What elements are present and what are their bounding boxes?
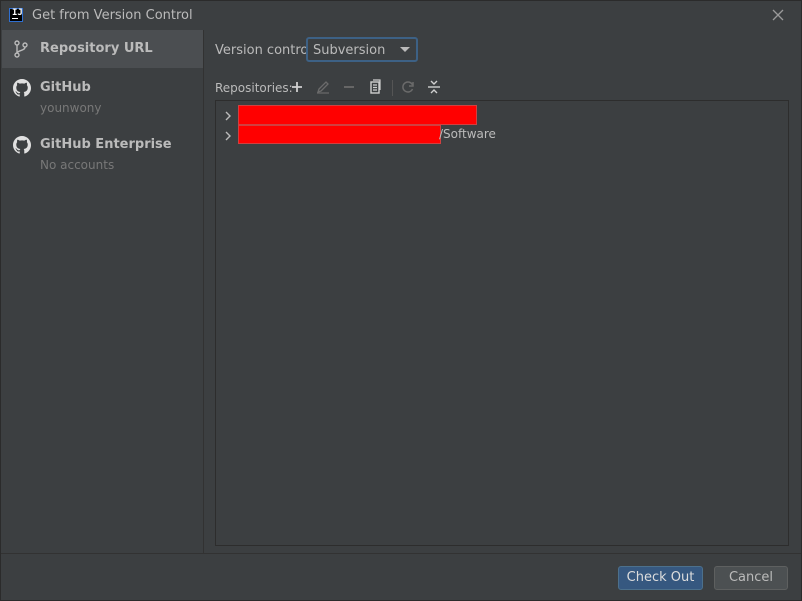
repositories-label: Repositories:: [215, 81, 293, 95]
sidebar-item-github-enterprise[interactable]: GitHub Enterprise No accounts: [2, 129, 203, 177]
refresh-icon[interactable]: [399, 78, 417, 96]
remove-icon[interactable]: [340, 78, 358, 96]
version-control-dropdown[interactable]: Subversion: [306, 37, 418, 62]
window-title: Get from Version Control: [32, 8, 193, 23]
intellij-icon: IJ: [9, 8, 23, 22]
sidebar-item-repository-url[interactable]: Repository URL: [2, 30, 203, 68]
sidebar-item-label: GitHub: [40, 80, 91, 95]
add-icon[interactable]: [288, 78, 306, 96]
close-icon[interactable]: [769, 6, 787, 24]
repository-url-suffix: /Software: [439, 127, 496, 141]
check-out-button[interactable]: Check Out: [618, 566, 703, 590]
github-icon: [13, 79, 31, 100]
cancel-button[interactable]: Cancel: [714, 566, 788, 590]
tree-row[interactable]: [216, 105, 788, 125]
redacted-repository-url: [238, 125, 441, 144]
dialog-window: IJ Get from Version Control Repository U…: [0, 0, 802, 601]
toolbar-separator: [392, 80, 393, 96]
repositories-tree[interactable]: /Software: [215, 100, 789, 546]
footer-divider: [1, 553, 801, 554]
sidebar-item-sublabel: younwony: [40, 101, 102, 115]
edit-icon[interactable]: [314, 78, 332, 96]
chevron-right-icon[interactable]: [223, 110, 233, 124]
sidebar: Repository URL GitHub younwony GitHub En…: [2, 30, 204, 553]
vcs-branch-icon: [13, 40, 29, 61]
version-control-label: Version control:: [215, 43, 317, 58]
sidebar-item-label: Repository URL: [40, 41, 153, 56]
copy-icon[interactable]: [366, 78, 384, 96]
sidebar-item-label: GitHub Enterprise: [40, 137, 172, 152]
redacted-repository-url: [238, 105, 477, 125]
tree-row[interactable]: /Software: [216, 125, 788, 145]
title-bar: IJ Get from Version Control: [1, 1, 801, 31]
chevron-right-icon[interactable]: [223, 130, 233, 144]
github-icon: [13, 136, 31, 157]
collapse-all-icon[interactable]: [425, 78, 443, 96]
version-control-value: Subversion: [313, 43, 386, 58]
dropdown-arrow-icon: [400, 47, 410, 52]
sidebar-item-github[interactable]: GitHub younwony: [2, 72, 203, 120]
sidebar-item-sublabel: No accounts: [40, 158, 115, 172]
